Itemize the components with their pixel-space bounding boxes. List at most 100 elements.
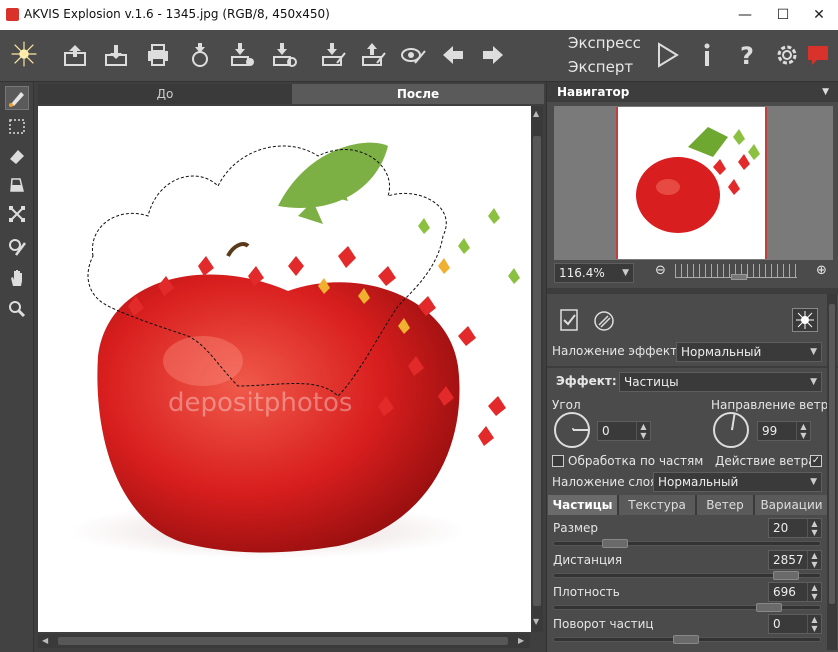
wind-direction-input[interactable]: 99 ▲ ▼ <box>757 421 811 441</box>
undo-icon[interactable] <box>438 40 468 70</box>
process-parts-label: Обработка по частям <box>568 454 704 468</box>
settings-batch-icon[interactable] <box>269 40 299 70</box>
settings-scrollbar[interactable] <box>827 294 837 650</box>
chevron-down-icon: ▼ <box>622 268 629 278</box>
tab-after[interactable]: После <box>292 84 544 104</box>
app-icon <box>6 8 19 21</box>
export-icon[interactable] <box>185 40 215 70</box>
spin-arrows-icon[interactable]: ▲ ▼ <box>807 519 821 537</box>
scroll-right-icon[interactable]: ▶ <box>518 636 524 645</box>
show-strokes-icon[interactable] <box>398 40 428 70</box>
fill-icon[interactable] <box>5 173 29 197</box>
section-divider <box>547 366 838 368</box>
horizontal-scroll-thumb[interactable] <box>58 637 508 645</box>
zoom-slider-knob[interactable] <box>731 274 747 280</box>
title-bar: AKVIS Explosion v.1.6 - 1345.jpg (RGB/8,… <box>0 0 838 30</box>
blend-layer-label: Наложение слоя <box>552 475 658 489</box>
navigator-frame[interactable] <box>616 107 767 259</box>
transform-icon[interactable] <box>5 202 29 226</box>
save-strokes-icon[interactable] <box>358 40 388 70</box>
density-slider-knob[interactable] <box>756 603 782 612</box>
settings-scroll-thumb[interactable] <box>829 304 835 604</box>
scroll-up-icon[interactable]: ▲ <box>533 110 541 118</box>
distance-slider-knob[interactable] <box>773 571 799 580</box>
angle-input[interactable]: 0 ▲ ▼ <box>597 421 651 441</box>
size-input[interactable]: 20 ▲ ▼ <box>768 518 822 538</box>
selection-lasso-icon[interactable] <box>5 115 29 139</box>
eraser-icon[interactable] <box>5 144 29 168</box>
collapse-icon[interactable]: ▼ <box>822 82 829 102</box>
print-icon[interactable] <box>143 40 173 70</box>
mode-express[interactable]: Экспресс <box>568 34 641 52</box>
vertical-scroll-thumb[interactable] <box>533 136 541 606</box>
spin-arrows-icon[interactable]: ▲ ▼ <box>807 583 821 601</box>
blend-effect-value: Нормальный <box>681 345 762 359</box>
distance-input[interactable]: 2857 ▲ ▼ <box>768 550 822 570</box>
zoom-out-icon[interactable]: ⊖ <box>655 263 666 278</box>
mode-expert[interactable]: Эксперт <box>568 58 633 76</box>
tab-particles[interactable]: Частицы <box>548 495 618 515</box>
spin-arrows-icon[interactable]: ▲ ▼ <box>807 615 821 633</box>
run-icon[interactable] <box>652 40 682 70</box>
reset-icon[interactable] <box>593 310 615 332</box>
info-icon[interactable] <box>692 40 722 70</box>
tab-variations[interactable]: Вариации <box>755 495 828 515</box>
maximize-button[interactable]: ☐ <box>764 0 802 30</box>
chevron-down-icon: ▼ <box>810 377 817 387</box>
tab-before[interactable]: До <box>38 84 292 104</box>
image-viewport[interactable]: depositphotos <box>38 106 531 632</box>
help-icon[interactable]: ? <box>732 40 762 70</box>
particle-rotation-input[interactable]: 0 ▲ ▼ <box>768 614 822 634</box>
hand-icon[interactable] <box>5 266 29 290</box>
scroll-left-icon[interactable]: ◀ <box>42 636 48 645</box>
batch-icon[interactable] <box>227 40 257 70</box>
load-strokes-icon[interactable] <box>318 40 348 70</box>
vertical-scrollbar[interactable]: ▲ ▼ <box>531 106 543 632</box>
chevron-down-icon: ▼ <box>810 347 817 357</box>
density-input[interactable]: 696 ▲ ▼ <box>768 582 822 602</box>
spin-arrows-icon[interactable]: ▲ ▼ <box>636 422 650 440</box>
sample-brush-icon[interactable] <box>5 235 29 259</box>
distance-slider[interactable] <box>553 571 821 580</box>
explosion-preset-icon[interactable] <box>792 308 818 332</box>
blend-effect-select[interactable]: Нормальный ▼ <box>676 342 822 362</box>
particle-rotation-value: 0 <box>773 617 781 631</box>
distance-value: 2857 <box>773 553 804 567</box>
minimize-button[interactable]: — <box>726 0 764 30</box>
save-icon[interactable] <box>101 40 131 70</box>
navigator-header[interactable]: Навигатор ▼ <box>547 82 838 102</box>
checklist-icon[interactable] <box>559 308 581 332</box>
wind-action-checkbox[interactable]: ✓ <box>810 455 822 467</box>
preferences-icon[interactable] <box>772 40 802 70</box>
zoom-icon[interactable] <box>5 297 29 321</box>
particle-rotation-slider[interactable] <box>553 635 821 644</box>
zoom-select[interactable]: 116.4% ▼ <box>554 263 634 283</box>
scroll-down-icon[interactable]: ▼ <box>533 618 541 626</box>
close-button[interactable]: ✕ <box>800 0 838 30</box>
spin-arrows-icon[interactable]: ▲ ▼ <box>807 551 821 569</box>
density-slider[interactable] <box>553 603 821 612</box>
wind-direction-dial[interactable] <box>713 412 749 448</box>
tab-texture[interactable]: Текстура <box>619 495 696 515</box>
particle-rotation-slider-knob[interactable] <box>673 635 699 644</box>
open-icon[interactable] <box>60 40 90 70</box>
effect-select[interactable]: Частицы ▼ <box>619 372 822 392</box>
zoom-slider[interactable] <box>675 264 797 280</box>
panel-divider <box>547 288 838 294</box>
explosion-brush-icon[interactable] <box>5 86 29 110</box>
navigator-preview[interactable] <box>554 106 833 260</box>
right-panel: Навигатор ▼ 116.4% ▼ ⊖ ⊕ Наложение эффек… <box>546 82 838 652</box>
news-icon[interactable] <box>806 44 830 66</box>
size-slider[interactable] <box>553 539 821 548</box>
redo-icon[interactable] <box>478 40 508 70</box>
effect-label: Эффект: <box>556 374 617 388</box>
tools-panel <box>0 82 34 652</box>
zoom-in-icon[interactable]: ⊕ <box>816 263 827 278</box>
process-parts-checkbox[interactable] <box>552 455 564 467</box>
tab-wind[interactable]: Ветер <box>697 495 754 515</box>
size-slider-knob[interactable] <box>602 539 628 548</box>
spin-arrows-icon[interactable]: ▲ ▼ <box>796 422 810 440</box>
blend-layer-select[interactable]: Нормальный ▼ <box>653 472 822 492</box>
horizontal-scrollbar[interactable]: ◀ ▶ <box>38 634 530 648</box>
angle-dial[interactable] <box>554 412 590 448</box>
